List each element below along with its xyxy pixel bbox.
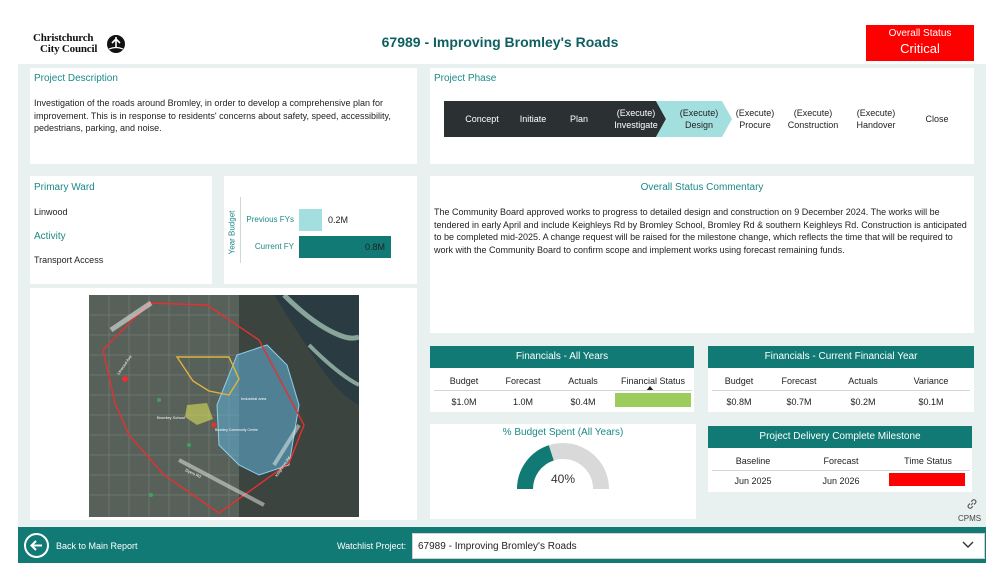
fin-all-rule (434, 390, 692, 391)
fin-all-actuals-value: $0.4M (570, 397, 596, 407)
budget-spent-title: % Budget Spent (All Years) (502, 427, 624, 438)
budget-spent-value: 40% (550, 472, 576, 486)
activity-value: Transport Access (34, 255, 104, 265)
year-budget-value-1: 0.8M (365, 242, 386, 252)
fin-all-forecast-value: 1.0M (512, 397, 533, 407)
back-arrow-icon (30, 540, 42, 551)
fin-current-rule (712, 390, 970, 391)
year-budget-bar-0 (299, 209, 322, 231)
milestone-header-forecast: Forecast (823, 456, 859, 466)
overall-status-value: Critical (900, 41, 940, 56)
financial-status-indicator (615, 393, 691, 407)
commentary-text: The Community Board approved works to pr… (434, 207, 967, 255)
map-image: Bromley School Industrial area Bromley C… (89, 295, 359, 517)
phase-step-4: (Execute) Design (679, 108, 719, 130)
project-map[interactable]: Bromley School Industrial area Bromley C… (89, 295, 359, 517)
fin-current-variance-value: $0.1M (918, 397, 944, 407)
council-logo: Christchurch City Council (33, 32, 128, 56)
fin-current-header-forecast: Forecast (781, 376, 817, 386)
council-emblem-icon (107, 35, 125, 53)
phase-step-6: (Execute) Construction (787, 108, 839, 130)
fin-all-header-forecast: Forecast (505, 376, 541, 386)
fin-all-title: Financials - All Years (430, 346, 694, 368)
year-budget-label-1: Current FY (254, 242, 294, 251)
milestone-forecast-value: Jun 2026 (822, 476, 860, 486)
milestone-rule (712, 470, 970, 471)
map-label-community-centre: Bromley Community Centre (215, 428, 258, 432)
page-title: 67989 - Improving Bromley's Roads (381, 34, 619, 50)
fin-all-budget-value: $1.0M (451, 397, 477, 407)
primary-ward-value: Linwood (34, 207, 68, 217)
activity-title: Activity (34, 231, 66, 242)
fin-current-budget-value: $0.8M (726, 397, 752, 407)
link-icon[interactable] (966, 498, 978, 510)
phase-step-3: (Execute) Investigate (614, 108, 658, 130)
report-canvas: Christchurch City Council 67989 - Improv… (0, 0, 1003, 581)
fin-current-forecast-value: $0.7M (786, 397, 812, 407)
fin-current-header-actuals: Actuals (848, 376, 878, 386)
phase-step-5: (Execute) Procure (735, 108, 775, 130)
time-status-indicator (889, 473, 965, 486)
description-text: Investigation of the roads around Bromle… (34, 98, 391, 133)
phase-step-2: Plan (569, 114, 588, 124)
overall-status-badge: Overall Status Critical (866, 25, 974, 61)
milestone-header-time-status: Time Status (904, 456, 952, 466)
phase-step-1: Initiate (519, 114, 547, 124)
watchlist-label: Watchlist Project: (337, 541, 407, 551)
fin-all-header-status: Financial Status (620, 376, 686, 386)
fin-current-actuals-value: $0.2M (850, 397, 876, 407)
cpms-link[interactable]: CPMS (958, 514, 981, 523)
year-budget-axis (240, 197, 241, 263)
year-budget-label-0: Previous FYs (246, 215, 294, 224)
map-label-industrial: Industrial area (241, 396, 267, 401)
fin-all-header-actuals: Actuals (568, 376, 598, 386)
chevron-down-icon[interactable] (962, 541, 974, 549)
fin-current-title: Financials - Current Financial Year (708, 346, 974, 368)
description-title: Project Description (34, 73, 118, 84)
map-label-bromley-school: Bromley School (157, 415, 185, 420)
fin-current-header-budget: Budget (724, 376, 754, 386)
watchlist-project-value: 67989 - Improving Bromley's Roads (418, 541, 577, 552)
milestone-baseline-value: Jun 2025 (734, 476, 772, 486)
phase-step-7: (Execute) Handover (856, 108, 896, 130)
phase-step-8: Close (925, 114, 949, 124)
commentary-title: Overall Status Commentary (640, 182, 764, 193)
back-button[interactable] (24, 533, 49, 558)
milestone-title: Project Delivery Complete Milestone (708, 426, 972, 448)
phase-title: Project Phase (434, 73, 497, 84)
milestone-header-baseline: Baseline (735, 456, 771, 466)
phase-step-0: Concept (465, 114, 499, 124)
fin-current-header-variance: Variance (913, 376, 949, 386)
budget-spent-gauge (517, 443, 609, 490)
logo-line2: City Council (40, 43, 98, 55)
back-to-main-report-link[interactable]: Back to Main Report (56, 541, 138, 551)
year-budget-value-0: 0.2M (328, 215, 349, 225)
fin-all-header-budget: Budget (449, 376, 479, 386)
overall-status-label: Overall Status (888, 28, 952, 39)
primary-ward-title: Primary Ward (34, 182, 95, 193)
